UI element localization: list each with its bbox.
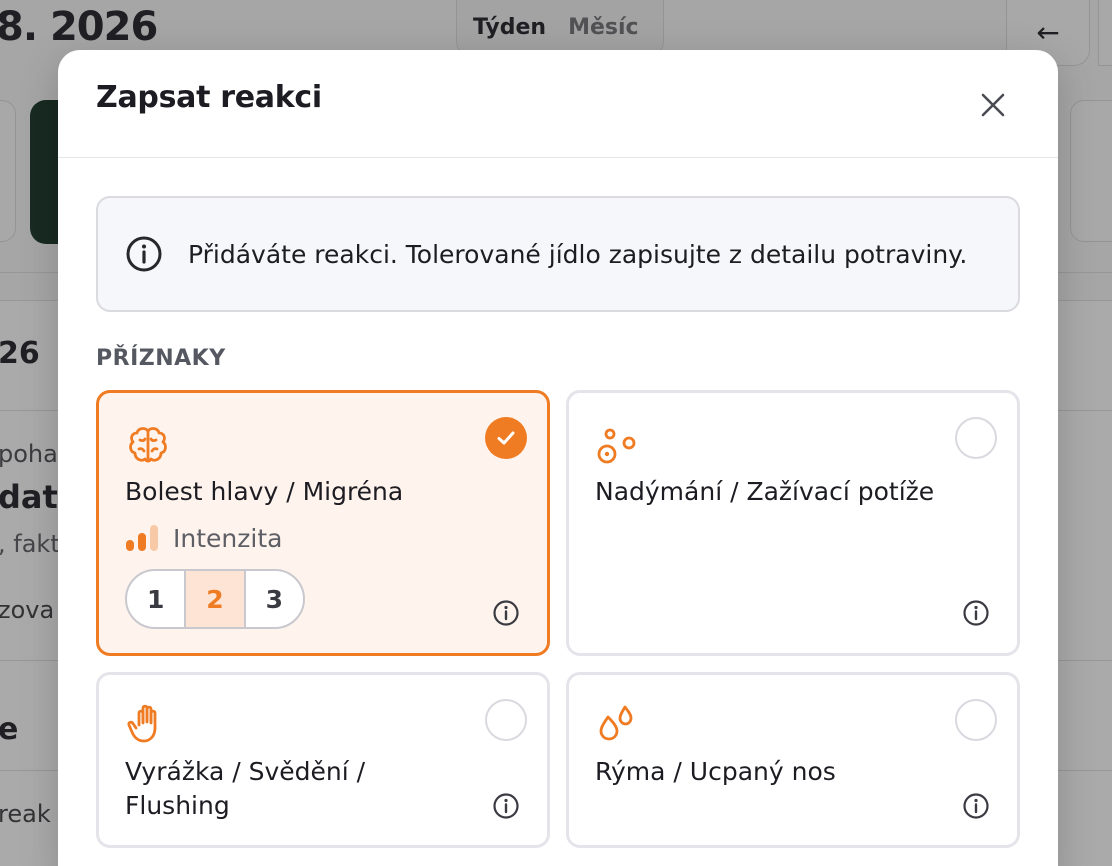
symptom-label: Rýma / Ucpaný nos — [595, 757, 836, 786]
close-button[interactable] — [976, 88, 1010, 122]
signal-bars-icon — [126, 525, 158, 551]
brain-icon — [129, 427, 167, 463]
intensity-selector[interactable]: 1 2 3 — [125, 569, 305, 629]
intensity-option-3[interactable]: 3 — [243, 571, 303, 627]
intensity-option-1[interactable]: 1 — [127, 571, 184, 627]
close-icon — [981, 93, 1005, 117]
unselected-check-circle[interactable] — [955, 699, 997, 741]
section-label-symptoms: PŘÍZNAKY — [96, 346, 226, 371]
info-icon[interactable] — [491, 791, 521, 821]
unselected-check-circle[interactable] — [955, 417, 997, 459]
info-icon[interactable] — [961, 598, 991, 628]
selected-check-icon[interactable] — [485, 417, 527, 459]
symptom-label-line1: Vyrážka / Svědění / — [125, 757, 366, 786]
symptom-card-rash[interactable]: Vyrážka / Svědění / Flushing — [96, 672, 550, 848]
intensity-option-2[interactable]: 2 — [184, 571, 244, 627]
intensity-label: Intenzita — [173, 523, 283, 553]
modal-header: Zapsat reakci — [58, 50, 1058, 158]
reaction-modal: Zapsat reakci Přidáváte reakci. Tolerova… — [58, 50, 1058, 866]
symptom-card-bloating[interactable]: Nadýmání / Zažívací potíže — [566, 390, 1020, 656]
hand-icon — [127, 704, 157, 743]
bubbles-icon — [597, 428, 636, 464]
symptom-label: Bolest hlavy / Migréna — [125, 477, 404, 506]
modal-title: Zapsat reakci — [96, 80, 322, 115]
symptom-label: Vyrážka / Svědění / Flushing — [125, 755, 365, 823]
info-icon[interactable] — [961, 791, 991, 821]
symptom-card-runny-nose[interactable]: Rýma / Ucpaný nos — [566, 672, 1020, 848]
symptom-card-headache[interactable]: Bolest hlavy / Migréna Intenzita 1 2 3 — [96, 390, 550, 656]
info-circle-icon — [124, 234, 164, 274]
info-text: Přidáváte reakci. Tolerované jídlo zapis… — [188, 239, 968, 269]
info-icon[interactable] — [491, 598, 521, 628]
drops-icon — [599, 705, 633, 741]
unselected-check-circle[interactable] — [485, 699, 527, 741]
intensity-row: Intenzita — [125, 523, 282, 553]
info-banner: Přidáváte reakci. Tolerované jídlo zapis… — [96, 196, 1020, 312]
symptom-label: Nadýmání / Zažívací potíže — [595, 477, 935, 506]
symptom-label-line2: Flushing — [125, 791, 230, 820]
